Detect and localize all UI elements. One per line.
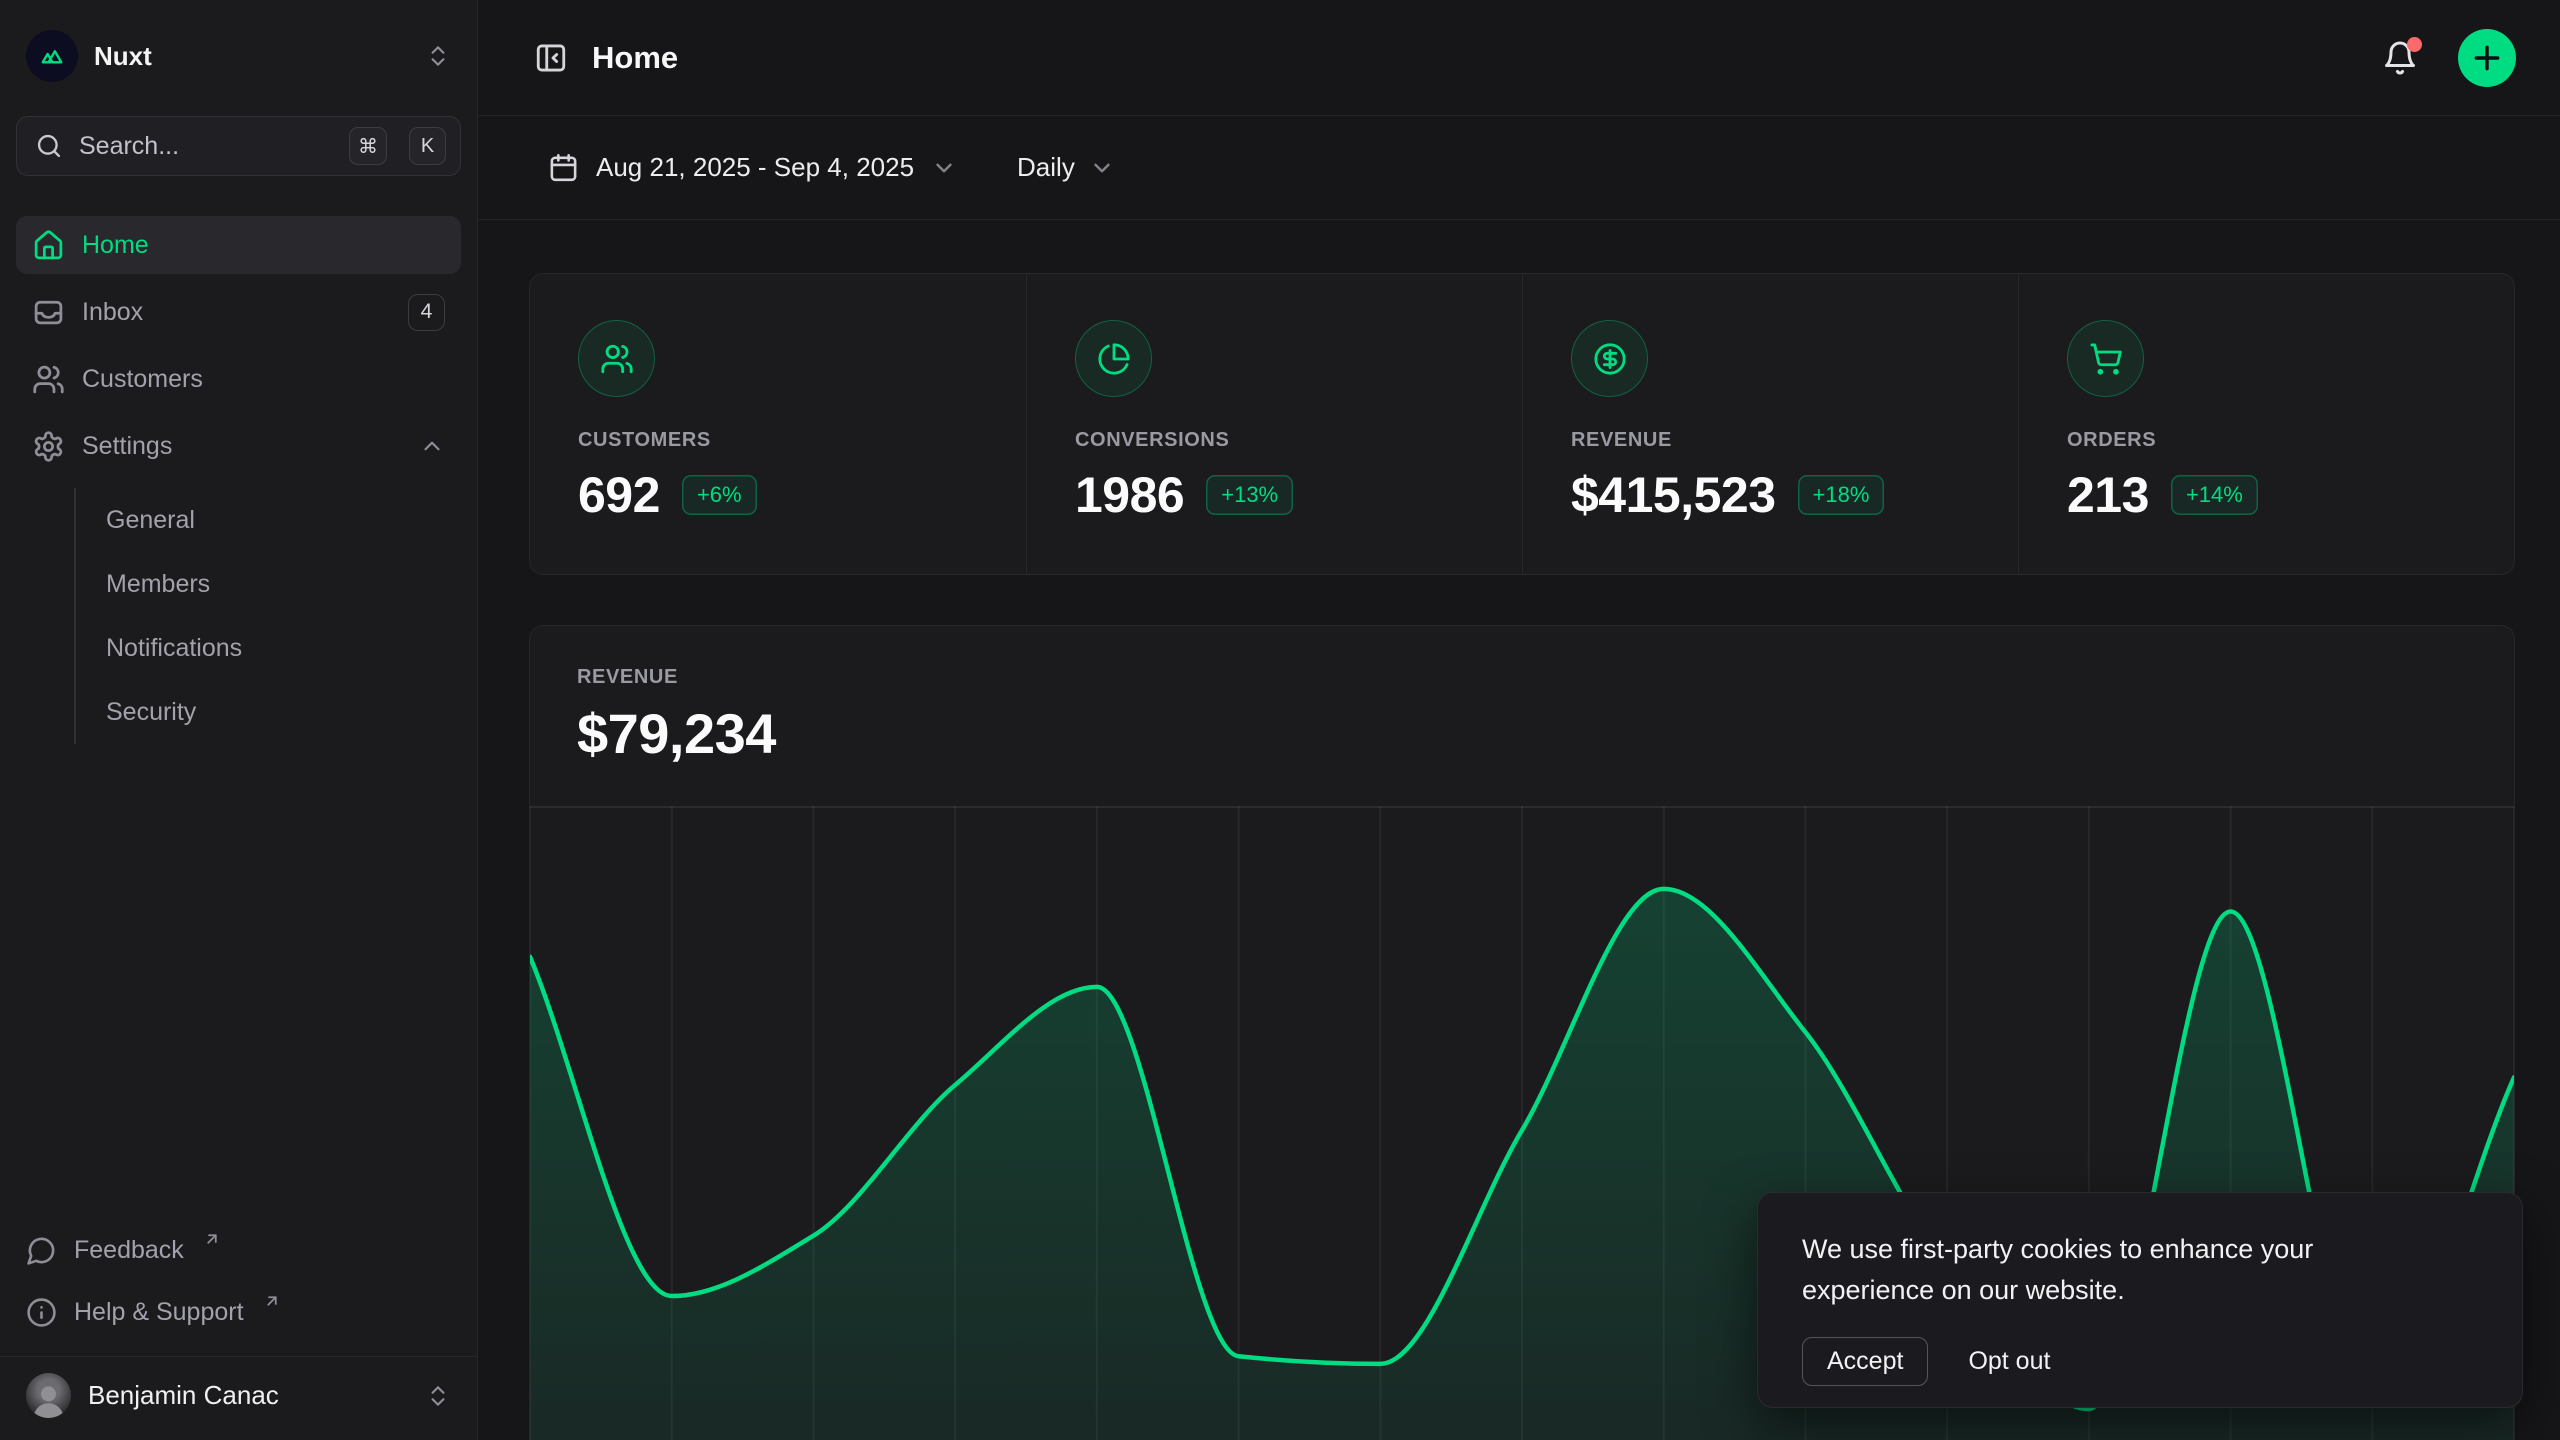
help-support-label: Help & Support (74, 1298, 244, 1327)
settings-sub-list: General Members Notifications Security (74, 488, 461, 744)
stat-delta-badge: +6% (682, 475, 757, 515)
sidebar-item-label: Settings (82, 432, 172, 461)
sidebar: Nuxt Search... ⌘ K Home Inbox 4 (0, 0, 478, 1440)
sidebar-item-settings[interactable]: Settings (16, 417, 461, 475)
sidebar-item-customers[interactable]: Customers (16, 350, 461, 408)
main-area: Home Aug 21, 2025 - Sep 4, 2025 Daily (478, 0, 2560, 1440)
external-link-icon (263, 1292, 281, 1310)
sidebar-item-general[interactable]: General (106, 488, 461, 552)
external-link-icon (203, 1230, 221, 1248)
stats-row: CUSTOMERS 692 +6% CONVERSIONS 1986 +13% (529, 273, 2515, 575)
user-name: Benjamin Canac (88, 1380, 408, 1411)
chevrons-up-down-icon (425, 1383, 451, 1409)
feedback-label: Feedback (74, 1236, 184, 1265)
sidebar-footer-links: Feedback Help & Support (16, 1220, 461, 1356)
notification-dot (2407, 37, 2422, 52)
sidebar-item-members[interactable]: Members (106, 552, 461, 616)
chevron-down-icon (1089, 155, 1115, 181)
shopping-cart-icon (2067, 320, 2144, 397)
granularity-select[interactable]: Daily (1017, 152, 1115, 183)
users-icon (32, 363, 65, 396)
notifications-button[interactable] (2382, 40, 2418, 76)
sidebar-item-home[interactable]: Home (16, 216, 461, 274)
stat-conversions[interactable]: CONVERSIONS 1986 +13% (1026, 274, 1522, 574)
stat-label: ORDERS (2067, 429, 2466, 452)
revenue-chart-label: REVENUE (577, 666, 2514, 689)
team-name: Nuxt (94, 41, 409, 72)
stat-value: $415,523 (1571, 466, 1776, 524)
stat-label: REVENUE (1571, 429, 1970, 452)
inbox-count-badge: 4 (408, 294, 445, 331)
chevron-up-icon (419, 433, 445, 459)
cookie-banner: We use first-party cookies to enhance yo… (1757, 1192, 2523, 1408)
avatar (26, 1373, 71, 1418)
sidebar-nav: Home Inbox 4 Customers Settings Ge (16, 216, 461, 748)
page-title: Home (592, 40, 678, 76)
home-icon (32, 229, 65, 262)
calendar-icon (548, 152, 579, 183)
kbd-k: K (409, 127, 446, 165)
sidebar-item-notifications[interactable]: Notifications (106, 616, 461, 680)
info-circle-icon (26, 1297, 57, 1328)
sidebar-item-label: Home (82, 231, 149, 260)
feedback-link[interactable]: Feedback (16, 1220, 461, 1280)
date-range-label: Aug 21, 2025 - Sep 4, 2025 (596, 152, 914, 183)
sidebar-item-inbox[interactable]: Inbox 4 (16, 283, 461, 341)
stat-delta-badge: +14% (2171, 475, 2258, 515)
plus-icon (2471, 42, 2503, 74)
stat-delta-badge: +13% (1206, 475, 1293, 515)
help-support-link[interactable]: Help & Support (16, 1282, 461, 1342)
search-input[interactable]: Search... ⌘ K (16, 116, 461, 176)
pie-chart-icon (1075, 320, 1152, 397)
search-icon (35, 132, 63, 160)
stat-orders[interactable]: ORDERS 213 +14% (2018, 274, 2514, 574)
user-menu[interactable]: Benjamin Canac (0, 1356, 477, 1440)
sidebar-item-security[interactable]: Security (106, 680, 461, 744)
stat-value: 213 (2067, 466, 2149, 524)
add-button[interactable] (2458, 29, 2516, 87)
chevrons-up-down-icon (425, 43, 451, 69)
filter-toolbar: Aug 21, 2025 - Sep 4, 2025 Daily (478, 116, 2560, 220)
sidebar-item-label: Customers (82, 365, 203, 394)
stat-label: CUSTOMERS (578, 429, 978, 452)
search-placeholder: Search... (79, 132, 333, 161)
stat-revenue[interactable]: REVENUE $415,523 +18% (1522, 274, 2018, 574)
circle-dollar-icon (1571, 320, 1648, 397)
stat-customers[interactable]: CUSTOMERS 692 +6% (530, 274, 1026, 574)
revenue-chart-value: $79,234 (577, 701, 2514, 766)
page-header: Home (478, 0, 2560, 116)
sidebar-item-label: Inbox (82, 298, 143, 327)
users-icon (578, 320, 655, 397)
gear-icon (32, 430, 65, 463)
granularity-label: Daily (1017, 152, 1075, 183)
team-switcher[interactable]: Nuxt (16, 24, 461, 88)
cookie-message: We use first-party cookies to enhance yo… (1802, 1229, 2422, 1311)
date-range-picker[interactable]: Aug 21, 2025 - Sep 4, 2025 (548, 152, 957, 183)
cookie-optout-button[interactable]: Opt out (1968, 1338, 2050, 1385)
kbd-cmd: ⌘ (349, 127, 387, 165)
message-circle-icon (26, 1235, 57, 1266)
stat-delta-badge: +18% (1798, 475, 1885, 515)
cookie-accept-button[interactable]: Accept (1802, 1337, 1928, 1386)
stat-value: 692 (578, 466, 660, 524)
chevron-down-icon (931, 155, 957, 181)
nuxt-logo (26, 30, 78, 82)
inbox-icon (32, 296, 65, 329)
stat-label: CONVERSIONS (1075, 429, 1474, 452)
stat-value: 1986 (1075, 466, 1184, 524)
panel-left-close-icon[interactable] (534, 41, 568, 75)
